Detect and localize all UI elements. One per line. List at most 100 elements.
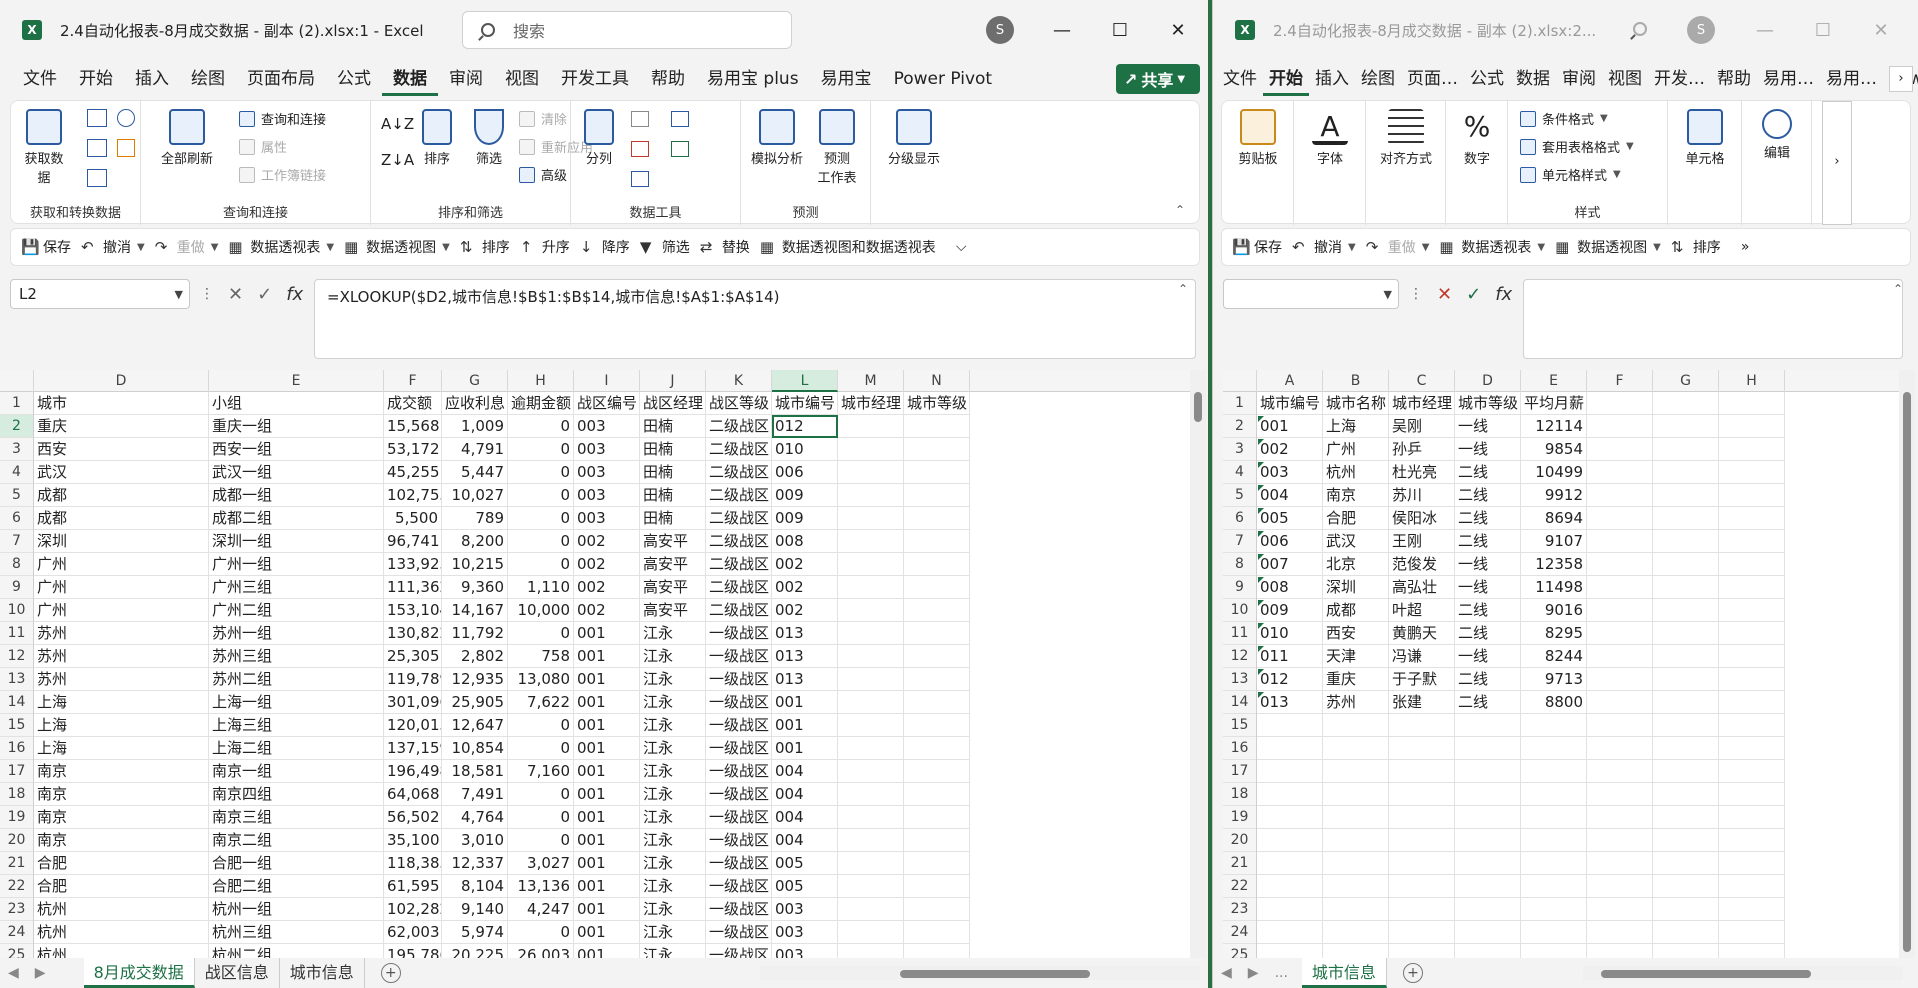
row-header[interactable]: 6 [0, 507, 33, 530]
cell[interactable]: 8,200 [442, 530, 508, 553]
cell[interactable] [838, 553, 904, 576]
cell[interactable]: 武汉一组 [209, 461, 384, 484]
cell[interactable]: 一级战区 [706, 806, 772, 829]
cell[interactable]: 合肥 [34, 875, 209, 898]
cell[interactable]: 009 [1257, 599, 1323, 622]
cell[interactable] [838, 484, 904, 507]
cell[interactable]: 153,104 [384, 599, 442, 622]
cell[interactable]: 120,013 [384, 714, 442, 737]
clear-button[interactable]: 清除 [519, 109, 567, 128]
cell[interactable]: 10,854 [442, 737, 508, 760]
cell[interactable]: 001 [574, 806, 640, 829]
menu-tab[interactable]: 开始 [68, 62, 124, 96]
cell[interactable]: 二级战区 [706, 507, 772, 530]
cell[interactable]: 一级战区 [706, 921, 772, 944]
row-header[interactable]: 14 [1223, 691, 1256, 714]
cell[interactable]: 0 [508, 415, 574, 438]
filter-button[interactable]: ▼ 筛选 [640, 237, 690, 257]
row-header[interactable]: 5 [0, 484, 33, 507]
cell[interactable]: 江永 [640, 921, 706, 944]
cell[interactable]: 002 [574, 530, 640, 553]
cell[interactable]: 二线 [1455, 599, 1521, 622]
minimize-button[interactable]: — [1743, 12, 1787, 48]
cell[interactable]: 10,027 [442, 484, 508, 507]
column-header[interactable]: G [1653, 370, 1719, 392]
cell[interactable]: 0 [508, 507, 574, 530]
cell[interactable]: 杭州三组 [209, 921, 384, 944]
menu-tab[interactable]: 帮助 [640, 62, 696, 96]
sort-button[interactable]: 排序 [417, 109, 457, 167]
cell[interactable]: 城市经理 [1389, 392, 1455, 415]
collapse-ribbon-icon[interactable]: ⌃ [1175, 203, 1185, 217]
cell[interactable] [1521, 829, 1587, 852]
cell[interactable] [1587, 645, 1653, 668]
cell[interactable] [1719, 530, 1785, 553]
cell[interactable]: 1,110 [508, 576, 574, 599]
cell[interactable] [1323, 829, 1389, 852]
cell[interactable]: 天津 [1323, 645, 1389, 668]
cell[interactable] [1653, 553, 1719, 576]
cell[interactable]: 战区编号 [574, 392, 640, 415]
consolidate-icon[interactable] [671, 111, 689, 127]
row-header[interactable]: 21 [0, 852, 33, 875]
menu-tab[interactable]: 易用… [1820, 62, 1883, 96]
cell[interactable]: 001 [1257, 415, 1323, 438]
row-header[interactable]: 3 [1223, 438, 1256, 461]
cell[interactable]: 006 [772, 461, 838, 484]
menu-tab[interactable]: 视图 [494, 62, 550, 96]
cell[interactable] [1653, 898, 1719, 921]
cell[interactable]: 江永 [640, 944, 706, 958]
share-button[interactable]: ↗ 共享 ▼ [1116, 64, 1200, 94]
cell[interactable]: 002 [772, 553, 838, 576]
cell[interactable] [1521, 737, 1587, 760]
add-sheet-button[interactable]: + [380, 963, 401, 983]
menu-tab[interactable]: 页面布局 [236, 62, 326, 96]
undo-button[interactable]: ↶ 撤消 ▼ [81, 237, 145, 257]
menu-tab[interactable]: 开发工具 [550, 62, 640, 96]
cell[interactable]: 001 [574, 852, 640, 875]
column-header[interactable]: A [1257, 370, 1323, 392]
sort-ascending-icon[interactable]: A↓Z [381, 115, 414, 133]
maximize-button[interactable]: ☐ [1801, 12, 1845, 48]
cell[interactable]: 一线 [1455, 438, 1521, 461]
formula-bar[interactable]: =XLOOKUP($D2,城市信息!$B$1:$B$14,城市信息!$A$1:$… [314, 279, 1196, 359]
cell[interactable] [1323, 714, 1389, 737]
cell[interactable]: 010 [772, 438, 838, 461]
cell[interactable] [904, 668, 970, 691]
menu-tab[interactable]: 文件 [12, 62, 68, 96]
horizontal-scrollbar[interactable] [1583, 966, 1903, 980]
cell[interactable] [1653, 461, 1719, 484]
formula-bar[interactable] [1523, 279, 1903, 359]
menu-tab[interactable]: 公式 [326, 62, 382, 96]
pivot-chart-button[interactable]: ▦ 数据透视图 ▼ [1555, 237, 1661, 257]
cell[interactable] [904, 461, 970, 484]
row-header[interactable]: 15 [1223, 714, 1256, 737]
cell[interactable]: 战区经理 [640, 392, 706, 415]
save-button[interactable]: 💾 保存 [21, 237, 71, 257]
cell[interactable] [1455, 760, 1521, 783]
cell[interactable]: 005 [772, 852, 838, 875]
cell[interactable]: 004 [772, 783, 838, 806]
cell[interactable] [1653, 392, 1719, 415]
cell[interactable]: 一线 [1455, 645, 1521, 668]
cell[interactable]: 7,160 [508, 760, 574, 783]
cancel-icon[interactable]: ✕ [228, 284, 243, 305]
cell[interactable]: 二级战区 [706, 438, 772, 461]
column-header[interactable]: J [640, 370, 706, 392]
cell[interactable] [1719, 852, 1785, 875]
cell[interactable]: 上海二组 [209, 737, 384, 760]
cell[interactable]: 二级战区 [706, 576, 772, 599]
cell[interactable] [1719, 599, 1785, 622]
cell[interactable] [1587, 484, 1653, 507]
cell[interactable]: 二线 [1455, 668, 1521, 691]
scroll-thumb[interactable] [1601, 970, 1811, 978]
what-if-button[interactable]: 模拟分析 [747, 109, 807, 167]
cell[interactable]: 平均月薪 [1521, 392, 1587, 415]
row-header[interactable]: 14 [0, 691, 33, 714]
cell[interactable]: 001 [772, 737, 838, 760]
cell[interactable]: 7,622 [508, 691, 574, 714]
menu-tab[interactable]: 插入 [1309, 62, 1355, 96]
cell[interactable]: 杭州 [34, 898, 209, 921]
cell[interactable] [838, 438, 904, 461]
cell[interactable]: 013 [772, 668, 838, 691]
